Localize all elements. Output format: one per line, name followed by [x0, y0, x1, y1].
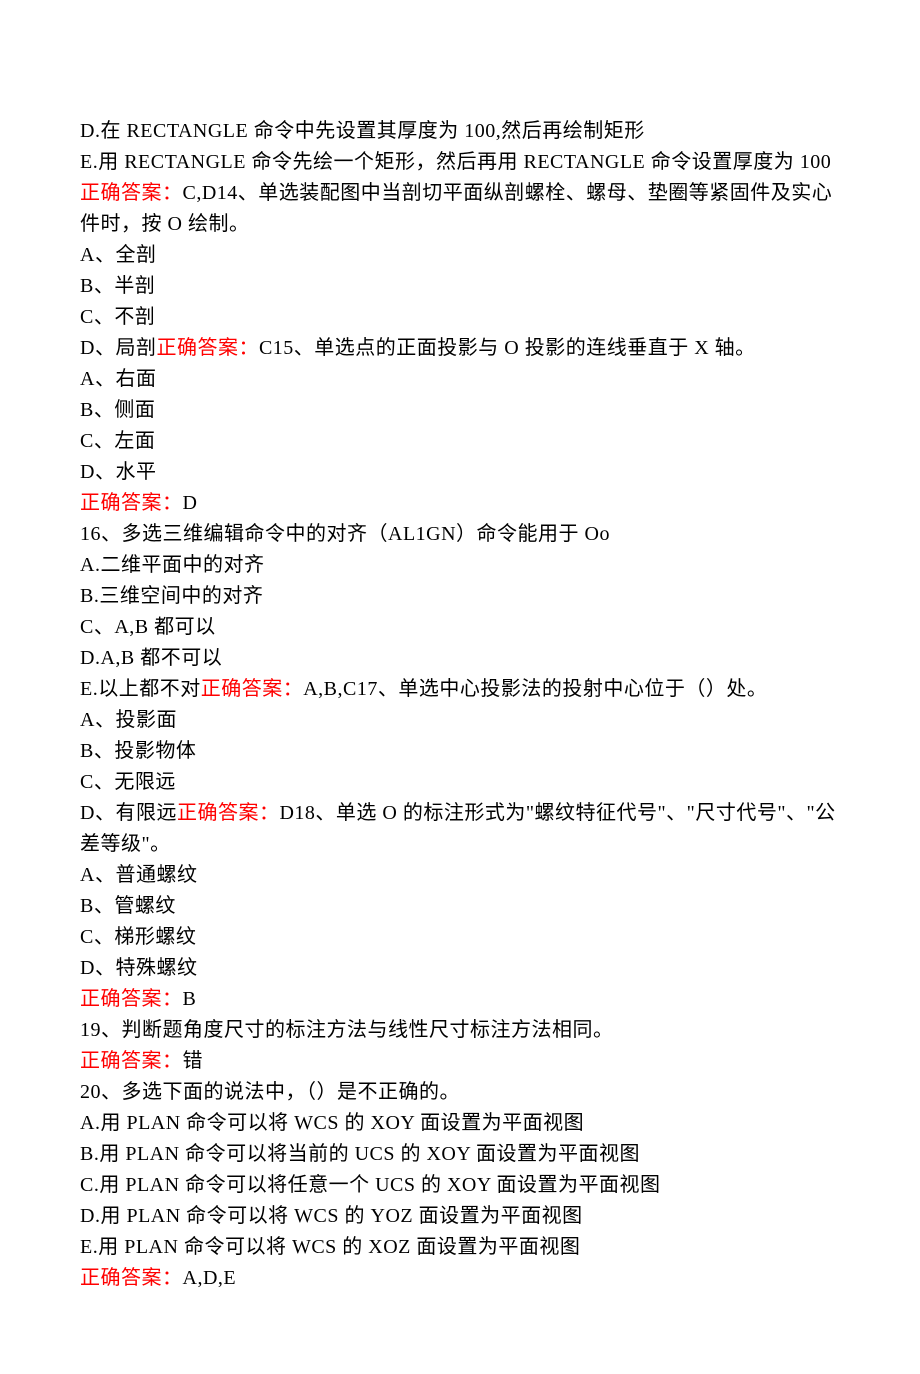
- text-line: B、管螺纹: [80, 891, 840, 922]
- text-line: E.用 RECTANGLE 命令先绘一个矩形，然后再用 RECTANGLE 命令…: [80, 147, 840, 178]
- text-segment: 19、判断题角度尺寸的标注方法与线性尺寸标注方法相同。: [80, 1019, 614, 1041]
- text-line: B.三维空间中的对齐: [80, 581, 840, 612]
- text-segment: C15、单选点的正面投影与 O 投影的连线垂直于 X 轴。: [259, 337, 756, 359]
- text-segment: B、侧面: [80, 399, 155, 421]
- text-line: D.A,B 都不可以: [80, 643, 840, 674]
- text-line: 正确答案：D: [80, 488, 840, 519]
- answer-label: 正确答案：: [80, 492, 183, 514]
- text-segment: B: [183, 988, 197, 1010]
- text-line: 正确答案：B: [80, 984, 840, 1015]
- text-line: C、A,B 都可以: [80, 612, 840, 643]
- text-segment: D、局剖: [80, 337, 156, 359]
- answer-label: 正确答案：: [156, 337, 259, 359]
- answer-label: 正确答案：: [80, 988, 183, 1010]
- text-line: D、水平: [80, 457, 840, 488]
- text-line: C、不剖: [80, 302, 840, 333]
- text-segment: C、A,B 都可以: [80, 616, 216, 638]
- answer-label: 正确答案：: [80, 182, 183, 204]
- text-segment: D: [183, 492, 198, 514]
- text-line: D、局剖正确答案：C15、单选点的正面投影与 O 投影的连线垂直于 X 轴。: [80, 333, 840, 364]
- text-line: B、半剖: [80, 271, 840, 302]
- text-line: A.二维平面中的对齐: [80, 550, 840, 581]
- text-line: D.用 PLAN 命令可以将 WCS 的 YOZ 面设置为平面视图: [80, 1201, 840, 1232]
- text-line: C、左面: [80, 426, 840, 457]
- text-line: B.用 PLAN 命令可以将当前的 UCS 的 XOY 面设置为平面视图: [80, 1139, 840, 1170]
- text-line: A.用 PLAN 命令可以将 WCS 的 XOY 面设置为平面视图: [80, 1108, 840, 1139]
- text-segment: 错: [183, 1050, 204, 1072]
- text-line: D、特殊螺纹: [80, 953, 840, 984]
- text-segment: A,D,E: [183, 1267, 237, 1289]
- text-segment: 20、多选下面的说法中，（）是不正确的。: [80, 1081, 460, 1103]
- text-segment: C,D14、单选装配图中当剖切平面纵剖螺栓、螺母、垫圈等紧固件及实心件时，按 O…: [80, 182, 832, 235]
- text-line: A、普通螺纹: [80, 860, 840, 891]
- text-segment: B、半剖: [80, 275, 155, 297]
- answer-label: 正确答案：: [80, 1050, 183, 1072]
- text-line: 正确答案：A,D,E: [80, 1263, 840, 1294]
- text-segment: A、右面: [80, 368, 156, 390]
- text-line: E.用 PLAN 命令可以将 WCS 的 XOZ 面设置为平面视图: [80, 1232, 840, 1263]
- text-segment: C、无限远: [80, 771, 176, 793]
- text-line: C.用 PLAN 命令可以将任意一个 UCS 的 XOY 面设置为平面视图: [80, 1170, 840, 1201]
- text-segment: B.用 PLAN 命令可以将当前的 UCS 的 XOY 面设置为平面视图: [80, 1143, 640, 1165]
- text-line: D.在 RECTANGLE 命令中先设置其厚度为 100,然后再绘制矩形: [80, 116, 840, 147]
- text-segment: D.在 RECTANGLE 命令中先设置其厚度为 100,然后再绘制矩形: [80, 120, 645, 142]
- document-page: D.在 RECTANGLE 命令中先设置其厚度为 100,然后再绘制矩形 E.用 …: [0, 0, 920, 1374]
- text-segment: A.二维平面中的对齐: [80, 554, 264, 576]
- text-line: 19、判断题角度尺寸的标注方法与线性尺寸标注方法相同。: [80, 1015, 840, 1046]
- answer-label: 正确答案：: [177, 802, 280, 824]
- text-line: A、投影面: [80, 705, 840, 736]
- answer-label: 正确答案：: [201, 678, 304, 700]
- text-segment: D、特殊螺纹: [80, 957, 197, 979]
- text-line: A、全剖: [80, 240, 840, 271]
- text-line: C、梯形螺纹: [80, 922, 840, 953]
- text-segment: A、投影面: [80, 709, 177, 731]
- text-line: B、侧面: [80, 395, 840, 426]
- text-segment: C、梯形螺纹: [80, 926, 196, 948]
- answer-label: 正确答案：: [80, 1267, 183, 1289]
- text-segment: D.A,B 都不可以: [80, 647, 222, 669]
- text-segment: E.用 RECTANGLE 命令先绘一个矩形，然后再用 RECTANGLE 命令…: [80, 151, 831, 173]
- text-line: 20、多选下面的说法中，（）是不正确的。: [80, 1077, 840, 1108]
- text-segment: D、有限远: [80, 802, 177, 824]
- text-line: 正确答案：错: [80, 1046, 840, 1077]
- text-segment: A、普通螺纹: [80, 864, 197, 886]
- text-line: C、无限远: [80, 767, 840, 798]
- text-segment: C.用 PLAN 命令可以将任意一个 UCS 的 XOY 面设置为平面视图: [80, 1174, 661, 1196]
- text-line: E.以上都不对正确答案：A,B,C17、单选中心投影法的投射中心位于（）处。: [80, 674, 840, 705]
- text-line: D、有限远正确答案：D18、单选 O 的标注形式为"螺纹特征代号"、"尺寸代号"…: [80, 798, 840, 860]
- text-line: 正确答案：C,D14、单选装配图中当剖切平面纵剖螺栓、螺母、垫圈等紧固件及实心件…: [80, 178, 840, 240]
- text-segment: D.用 PLAN 命令可以将 WCS 的 YOZ 面设置为平面视图: [80, 1205, 583, 1227]
- text-segment: A、全剖: [80, 244, 156, 266]
- text-line: 16、多选三维编辑命令中的对齐（AL1GN）命令能用于 Oo: [80, 519, 840, 550]
- text-segment: C、不剖: [80, 306, 155, 328]
- text-segment: C、左面: [80, 430, 155, 452]
- text-segment: 16、多选三维编辑命令中的对齐（AL1GN）命令能用于 Oo: [80, 523, 610, 545]
- text-line: A、右面: [80, 364, 840, 395]
- text-segment: B、投影物体: [80, 740, 196, 762]
- text-segment: A,B,C17、单选中心投影法的投射中心位于（）处。: [303, 678, 767, 700]
- text-line: B、投影物体: [80, 736, 840, 767]
- text-segment: E.用 PLAN 命令可以将 WCS 的 XOZ 面设置为平面视图: [80, 1236, 580, 1258]
- text-segment: D、水平: [80, 461, 156, 483]
- text-segment: B.三维空间中的对齐: [80, 585, 263, 607]
- text-segment: B、管螺纹: [80, 895, 176, 917]
- text-segment: E.以上都不对: [80, 678, 201, 700]
- text-segment: A.用 PLAN 命令可以将 WCS 的 XOY 面设置为平面视图: [80, 1112, 584, 1134]
